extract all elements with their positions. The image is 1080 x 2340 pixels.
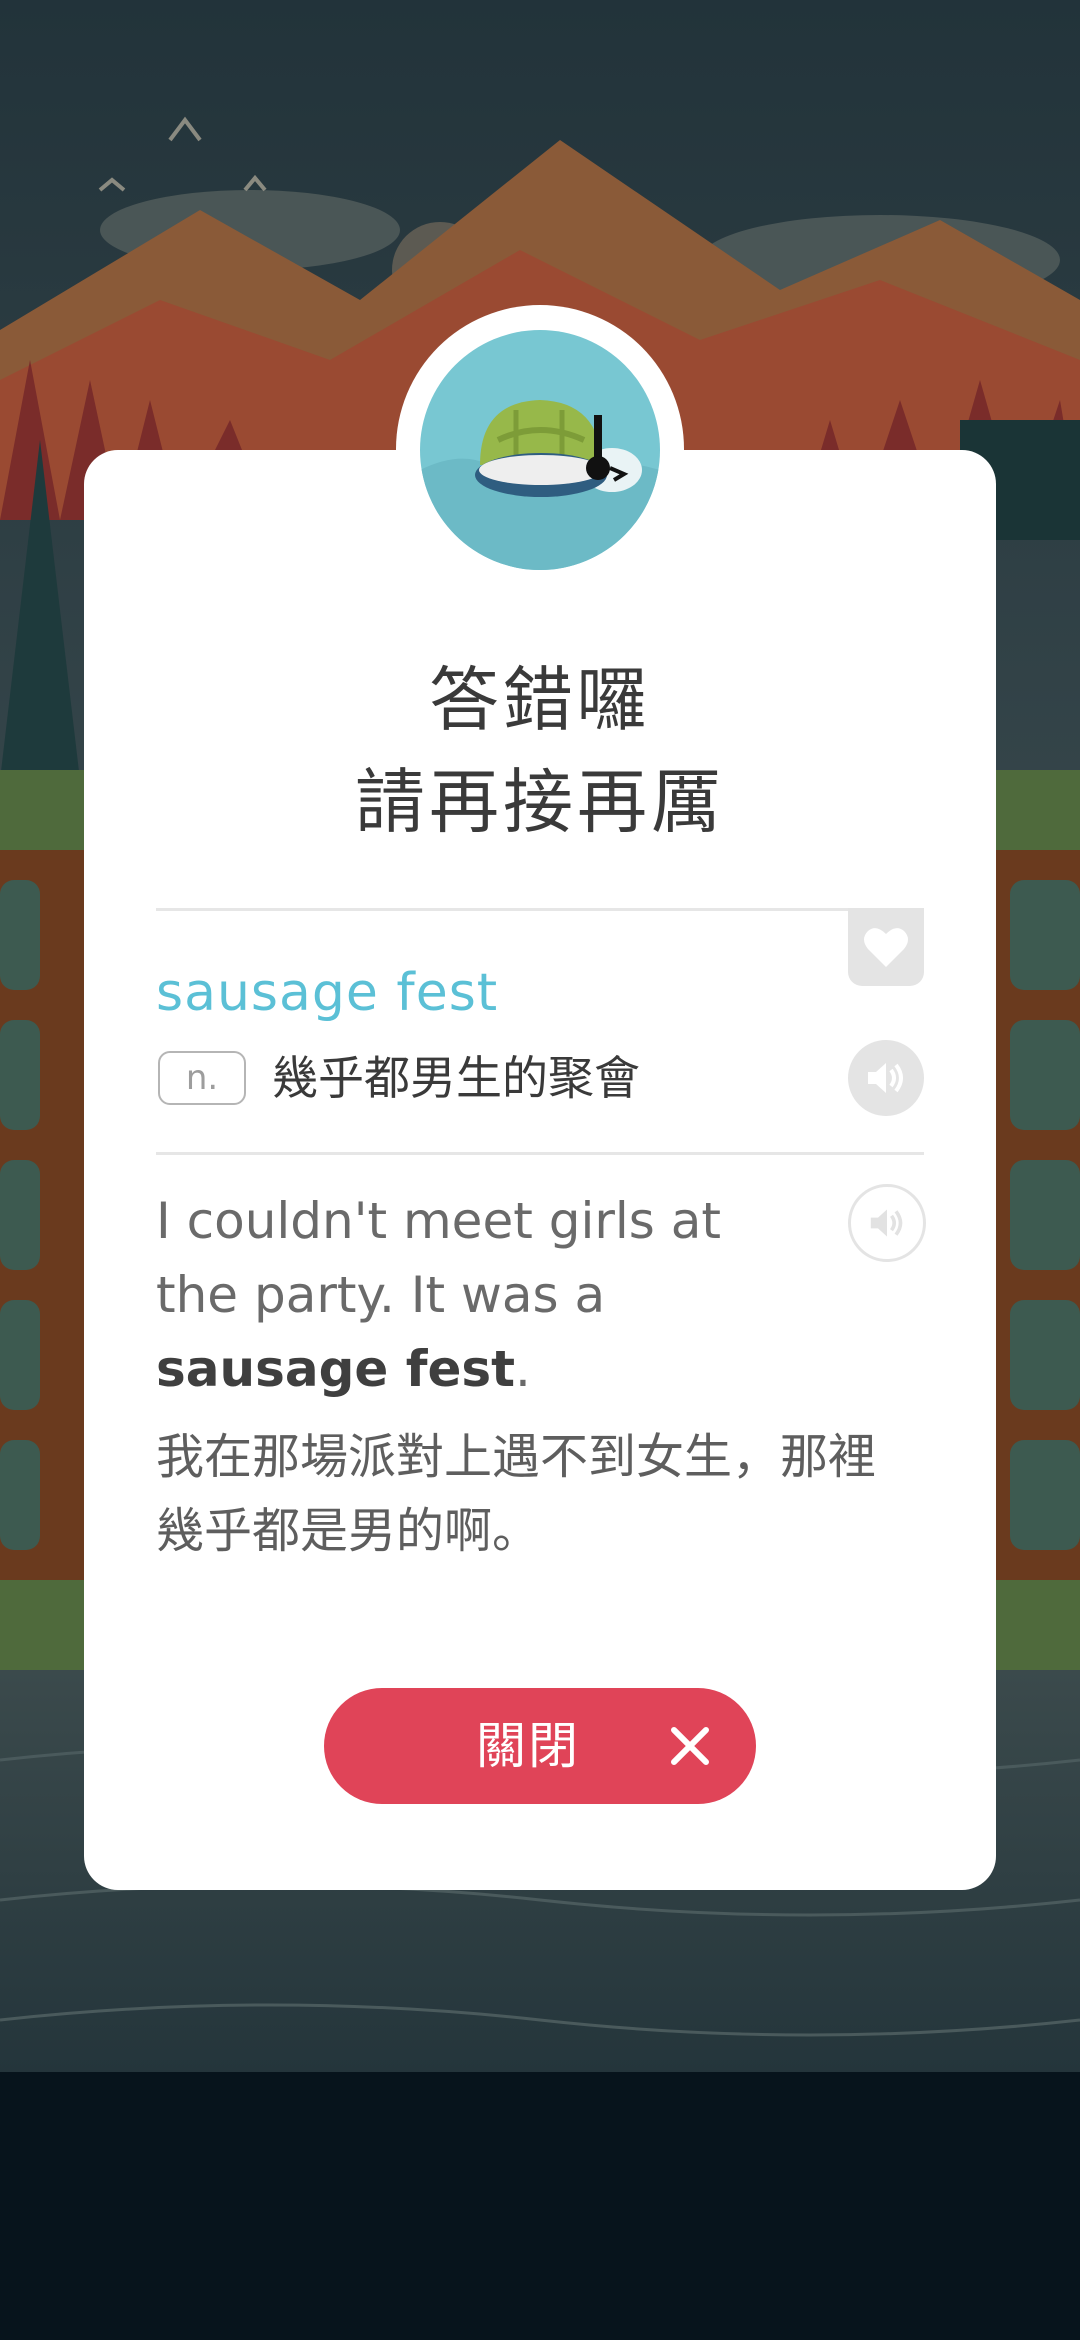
close-icon [671, 1727, 709, 1765]
divider-middle [156, 1152, 924, 1155]
result-title: 答錯囉 [429, 659, 651, 741]
divider-top [156, 908, 924, 911]
example-translation: 我在那場派對上遇不到女生，那裡幾乎都是男的啊。 [156, 1429, 877, 1559]
turtle-avatar-drawing [420, 400, 660, 570]
turtle-icon [420, 330, 660, 570]
vocab-word: sausage fest [156, 963, 499, 1023]
close-button-label: 關閉 [476, 1717, 580, 1775]
example-sentence: I couldn't meet girls at the party. It w… [156, 1184, 816, 1406]
word-audio-button[interactable] [848, 1040, 924, 1116]
close-button[interactable]: 關閉 [324, 1688, 756, 1804]
speaker-icon [868, 1063, 903, 1093]
example-highlight: sausage fest [156, 1340, 516, 1398]
result-subtitle: 請再接再厲 [355, 761, 725, 843]
part-of-speech-badge: n. [158, 1051, 246, 1105]
bottom-bar [0, 2072, 1080, 2340]
favorite-button[interactable] [848, 908, 924, 986]
speaker-icon [870, 1209, 903, 1237]
heart-icon [864, 928, 908, 967]
example-text-before: I couldn't meet girls at the party. It w… [156, 1192, 721, 1324]
example-text-after: . [515, 1340, 531, 1398]
vocab-meaning: 幾乎都男生的聚會 [272, 1051, 640, 1105]
example-audio-button[interactable] [848, 1184, 926, 1262]
